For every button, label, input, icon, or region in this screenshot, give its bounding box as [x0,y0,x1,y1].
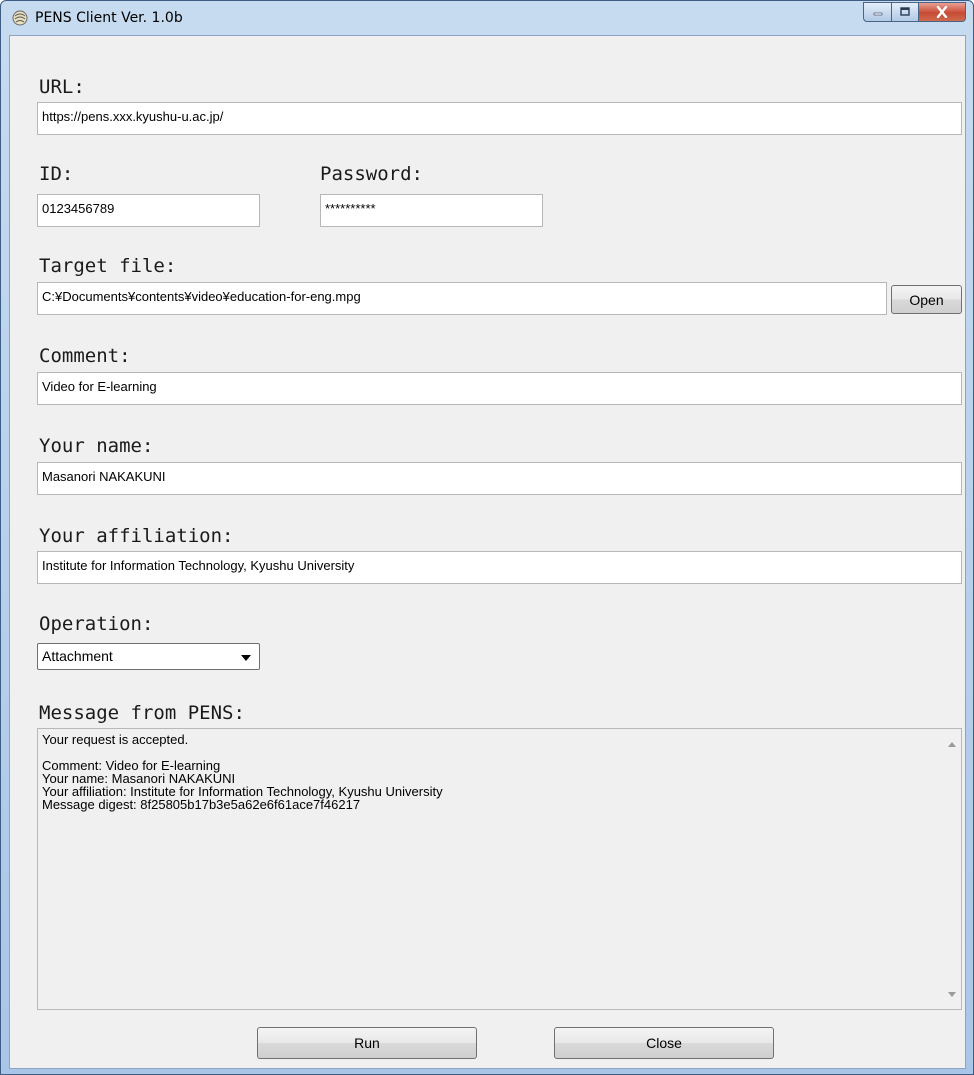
close-window-button[interactable] [919,2,966,22]
caption-buttons [863,2,966,23]
operation-label: Operation: [39,613,154,635]
message-line: Your request is accepted. [42,732,189,747]
chevron-down-icon [241,655,251,661]
url-input[interactable]: https://pens.xxx.kyushu-u.ac.jp/ [37,102,962,135]
password-input[interactable]: ********** [320,194,543,227]
message-label: Message from PENS: [39,702,245,724]
comment-input[interactable]: Video for E-learning [37,372,962,405]
vertical-scrollbar[interactable] [944,729,961,1009]
password-label: Password: [320,163,423,185]
operation-select[interactable]: Attachment [37,643,260,670]
maximize-icon [900,7,910,16]
scroll-down-icon[interactable] [948,992,956,997]
minimize-button[interactable] [863,2,892,22]
affiliation-label: Your affiliation: [39,525,234,547]
maximize-button[interactable] [892,2,919,22]
message-text: Your request is accepted. Comment: Video… [42,733,932,811]
client-area: URL: https://pens.xxx.kyushu-u.ac.jp/ ID… [9,35,966,1069]
title-bar[interactable]: PENS Client Ver. 1.0b [1,1,973,35]
target-file-label: Target file: [39,255,177,277]
message-line: Message digest: 8f25805b17b3e5a62e6f61ac… [42,797,361,812]
your-name-label: Your name: [39,435,154,457]
window-title: PENS Client Ver. 1.0b [35,10,183,26]
run-button[interactable]: Run [257,1027,477,1059]
target-file-input[interactable]: C:¥Documents¥contents¥video¥education-fo… [37,282,887,315]
your-name-input[interactable]: Masanori NAKAKUNI [37,462,962,495]
scroll-up-icon[interactable] [948,742,956,747]
close-button[interactable]: Close [554,1027,774,1059]
id-label: ID: [39,163,74,185]
pens-app-icon [12,10,28,26]
open-button[interactable]: Open [891,285,962,314]
operation-selected-value: Attachment [42,648,113,664]
close-icon [936,6,948,18]
url-label: URL: [39,76,85,98]
app-window: PENS Client Ver. 1.0b URL: https://pens.… [0,0,974,1075]
comment-label: Comment: [39,345,131,367]
id-input[interactable]: 0123456789 [37,194,260,227]
message-textarea[interactable]: Your request is accepted. Comment: Video… [37,728,962,1010]
minimize-icon [873,12,882,16]
affiliation-input[interactable]: Institute for Information Technology, Ky… [37,551,962,584]
